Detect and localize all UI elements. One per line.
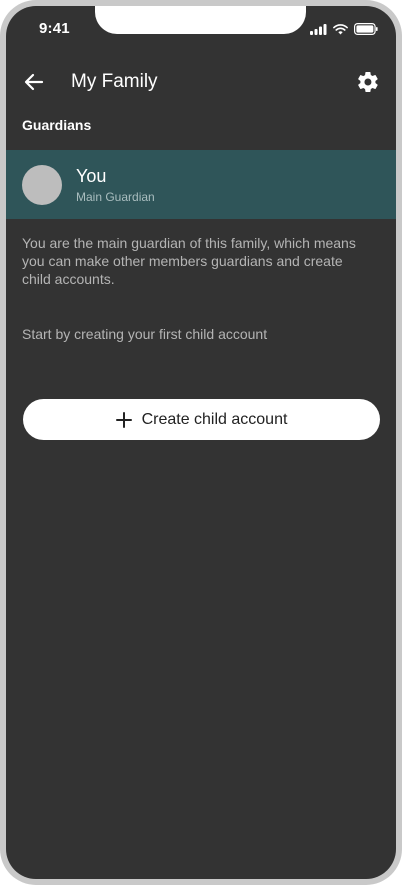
cellular-signal-icon [310, 23, 327, 35]
guardian-description: You are the main guardian of this family… [22, 235, 356, 287]
guardian-name: You [76, 166, 107, 186]
avatar [22, 165, 62, 205]
guardians-section-label: Guardians [22, 117, 92, 133]
status-time: 9:41 [39, 20, 70, 37]
plus-icon [115, 411, 132, 428]
start-hint: Start by creating your first child accou… [22, 326, 268, 342]
create-child-account-button[interactable]: Create child account [23, 399, 380, 440]
wifi-icon [333, 23, 348, 34]
settings-gear-icon[interactable] [356, 70, 380, 94]
create-child-account-label: Create child account [141, 410, 288, 428]
back-arrow-icon[interactable] [22, 70, 46, 94]
guardian-role: Main Guardian [76, 190, 155, 204]
page-title: My Family [71, 71, 158, 92]
guardian-list-item[interactable]: You Main Guardian [6, 150, 396, 219]
status-icons [310, 23, 378, 35]
device-notch [95, 6, 306, 34]
device-frame: 9:41 My Family Guardians You Main Guardi… [0, 0, 402, 885]
app-screen: 9:41 My Family Guardians You Main Guardi… [6, 6, 396, 879]
battery-icon [354, 23, 378, 35]
app-header: My Family [6, 62, 396, 102]
